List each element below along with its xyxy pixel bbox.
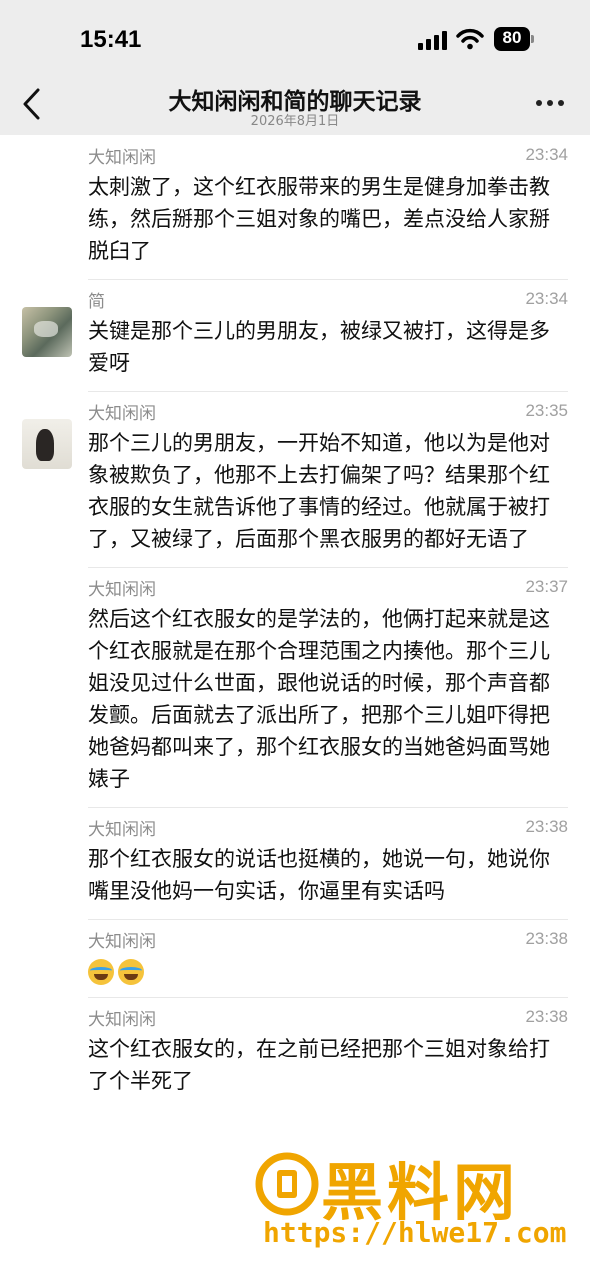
- emoji-row: [88, 959, 568, 985]
- chat-header: 大知闲闲和简的聊天记录 2026年8月1日: [0, 80, 590, 135]
- message-item: 大知闲闲 23:37 然后这个红衣服女的是学法的，他俩打起来就是这个红衣服就是在…: [0, 567, 590, 807]
- message-text: 关键是那个三儿的男朋友，被绿又被打，这得是多爱呀: [88, 319, 550, 375]
- message-text: 那个三儿的男朋友，一开始不知道，他以为是他对象被欺负了，他那不上去打偏架了吗？结…: [88, 431, 550, 551]
- message-time: 23:34: [525, 145, 568, 164]
- avatar[interactable]: [22, 307, 72, 357]
- message-item: 大知闲闲 23:38 那个红衣服女的说话也挺横的，她说一句，她说你嘴里没他妈一句…: [0, 807, 590, 919]
- sender-name: 大知闲闲: [88, 1009, 156, 1030]
- battery-icon: 80: [494, 27, 534, 51]
- message-item: 大知闲闲 23:35 那个三儿的男朋友，一开始不知道，他以为是他对象被欺负了，他…: [0, 391, 590, 567]
- crying-emoji-icon: [88, 959, 114, 985]
- sender-name: 简: [88, 291, 105, 312]
- message-text: 太刺激了，这个红衣服带来的男生是健身加拳击教练，然后掰那个三姐对象的嘴巴，差点没…: [88, 175, 550, 263]
- message-time: 23:38: [525, 929, 568, 948]
- status-time: 15:41: [80, 26, 142, 53]
- crying-emoji-icon: [118, 959, 144, 985]
- message-item: 大知闲闲 23:34 太刺激了，这个红衣服带来的男生是健身加拳击教练，然后掰那个…: [0, 135, 590, 279]
- message-time: 23:38: [525, 1007, 568, 1026]
- sender-name: 大知闲闲: [88, 147, 156, 168]
- message-item: 大知闲闲 23:38: [0, 919, 590, 997]
- sender-name: 大知闲闲: [88, 819, 156, 840]
- message-time: 23:37: [525, 577, 568, 596]
- avatar[interactable]: [22, 419, 72, 469]
- battery-level: 80: [502, 28, 522, 47]
- sender-name: 大知闲闲: [88, 579, 156, 600]
- sender-name: 大知闲闲: [88, 403, 156, 424]
- message-text: 然后这个红衣服女的是学法的，他俩打起来就是这个红衣服就是在那个合理范围之内揍他。…: [88, 607, 550, 791]
- wifi-icon: [456, 28, 484, 50]
- chat-history[interactable]: 大知闲闲 23:34 太刺激了，这个红衣服带来的男生是健身加拳击教练，然后掰那个…: [0, 135, 590, 1280]
- message-text: 那个红衣服女的说话也挺横的，她说一句，她说你嘴里没他妈一句实话，你逼里有实话吗: [88, 847, 550, 903]
- more-options-icon[interactable]: [536, 100, 566, 108]
- message-time: 23:38: [525, 817, 568, 836]
- message-time: 23:34: [525, 289, 568, 308]
- status-bar: 15:41 80: [0, 0, 590, 80]
- message-time: 23:35: [525, 401, 568, 420]
- message-item: 大知闲闲 23:38 这个红衣服女的，在之前已经把那个三姐对象给打了个半死了: [0, 997, 590, 1109]
- message-text: 这个红衣服女的，在之前已经把那个三姐对象给打了个半死了: [88, 1037, 550, 1093]
- sender-name: 大知闲闲: [88, 931, 156, 952]
- message-item: 简 23:34 关键是那个三儿的男朋友，被绿又被打，这得是多爱呀: [0, 279, 590, 391]
- page-date: 2026年8月1日: [250, 114, 340, 129]
- cellular-signal-icon: [418, 30, 448, 50]
